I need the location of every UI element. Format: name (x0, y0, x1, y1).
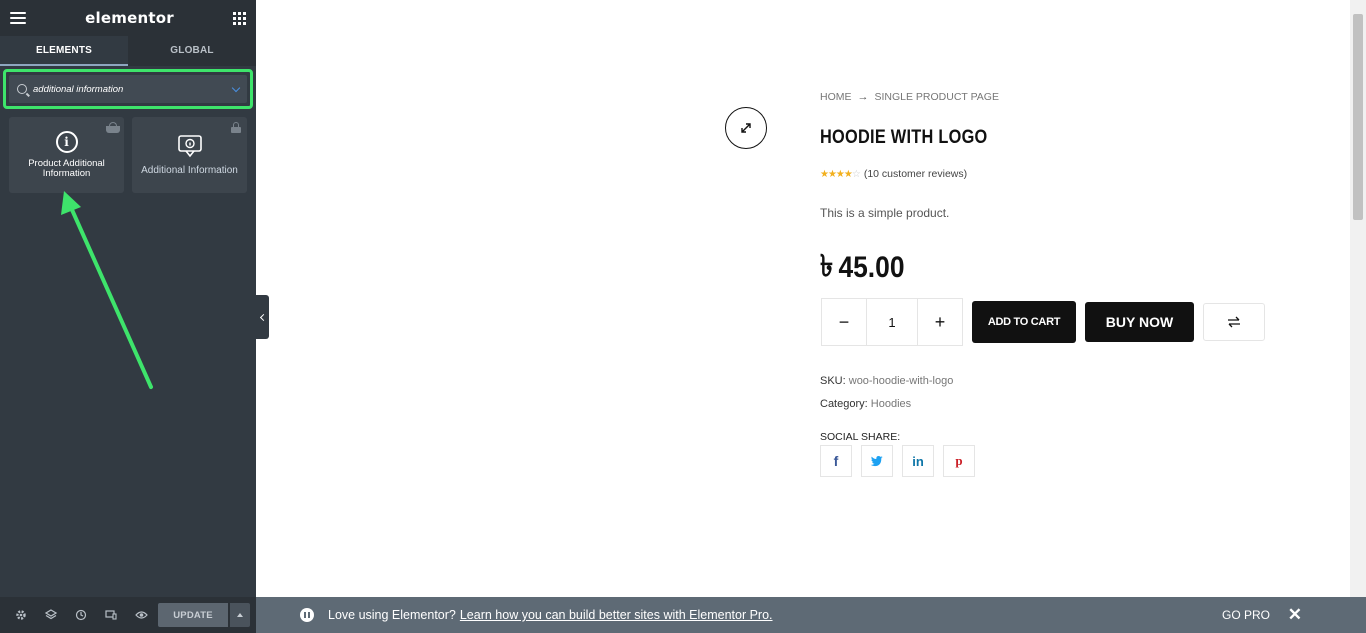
price-value: 45.00 (838, 250, 905, 284)
history-icon[interactable] (66, 597, 96, 633)
widget-additional-information[interactable]: Additional Information (132, 117, 247, 193)
category-link[interactable]: Hoodies (871, 398, 911, 410)
promo-bar: Love using Elementor? Learn how you can … (256, 597, 1366, 633)
widget-product-additional-information[interactable]: i Product Additional Information (9, 117, 124, 193)
compare-button[interactable] (1203, 303, 1265, 341)
eye-icon[interactable] (126, 597, 156, 633)
quantity-stepper: − 1 + (821, 298, 963, 346)
panel-tabs: ELEMENTS GLOBAL (0, 36, 256, 66)
panel-footer: UPDATE (0, 597, 256, 633)
close-icon[interactable]: ✕ (1288, 605, 1302, 625)
breadcrumb-home[interactable]: HOME (820, 91, 852, 103)
elementor-logo: elementor (85, 9, 174, 27)
breadcrumb: HOME → SINGLE PRODUCT PAGE (820, 91, 999, 103)
breadcrumb-current: SINGLE PRODUCT PAGE (874, 91, 999, 103)
reviews-link[interactable]: (10 customer reviews) (864, 168, 967, 180)
category-row: Category: Hoodies (820, 393, 953, 416)
lock-icon (231, 122, 241, 133)
star-rating-icon: ★★★★☆ (820, 168, 861, 180)
category-label: Category: (820, 398, 868, 410)
widgets-grid-icon[interactable] (233, 11, 246, 25)
sku-row: SKU: woo-hoodie-with-logo (820, 370, 953, 393)
search-icon (17, 84, 27, 94)
social-share: f in p (820, 445, 975, 477)
quantity-plus-button[interactable]: + (918, 299, 962, 345)
chevron-down-icon[interactable] (231, 83, 241, 92)
app-window: elementor ELEMENTS GLOBAL i Product Addi… (0, 0, 1366, 633)
collapse-panel-button[interactable] (256, 295, 269, 339)
promo-link[interactable]: Learn how you can build better sites wit… (460, 608, 773, 622)
short-description: This is a simple product. (820, 206, 950, 220)
responsive-icon[interactable] (96, 597, 126, 633)
product-rating: ★★★★☆ (10 customer reviews) (820, 168, 967, 180)
search-highlight (3, 69, 253, 109)
info-board-icon (177, 135, 202, 158)
elementor-icon (300, 608, 314, 622)
sku-value: woo-hoodie-with-logo (848, 375, 954, 387)
promo-text: Love using Elementor? (328, 608, 456, 622)
page-scrollbar[interactable] (1350, 0, 1366, 597)
update-options-caret[interactable] (230, 603, 250, 627)
social-share-label: SOCIAL SHARE: (820, 431, 901, 443)
facebook-icon[interactable]: f (820, 445, 852, 477)
currency-symbol: ৳ (820, 250, 834, 283)
gear-icon[interactable] (6, 597, 36, 633)
search-box (9, 75, 247, 103)
layers-icon[interactable] (36, 597, 66, 633)
arrow-right-icon: → (857, 91, 869, 103)
go-pro-button[interactable]: GO PRO (1222, 608, 1270, 622)
search-input[interactable] (33, 83, 233, 95)
menu-icon[interactable] (10, 12, 26, 24)
tab-global[interactable]: GLOBAL (128, 36, 256, 66)
zoom-gallery-button[interactable] (725, 107, 767, 149)
scrollbar-thumb[interactable] (1353, 14, 1363, 220)
tab-elements[interactable]: ELEMENTS (0, 36, 128, 66)
pinterest-icon[interactable]: p (943, 445, 975, 477)
twitter-icon[interactable] (861, 445, 893, 477)
linkedin-icon[interactable]: in (902, 445, 934, 477)
quantity-minus-button[interactable]: − (822, 299, 866, 345)
product-meta: SKU: woo-hoodie-with-logo Category: Hood… (820, 370, 953, 416)
update-button[interactable]: UPDATE (158, 603, 228, 627)
info-circle-icon: i (55, 131, 78, 153)
widget-label: Additional Information (141, 165, 238, 176)
panel-header: elementor (0, 0, 256, 36)
widget-label: Product Additional Information (28, 158, 105, 179)
product-title: HOODIE WITH LOGO (820, 127, 988, 148)
annotation-arrow (61, 191, 153, 389)
expand-icon (741, 123, 751, 133)
basket-icon (106, 122, 120, 133)
add-to-cart-button[interactable]: ADD TO CART (972, 301, 1076, 343)
sku-label: SKU: (820, 375, 846, 387)
buy-now-button[interactable]: BUY NOW (1085, 302, 1194, 342)
product-price: ৳ 45.00 (820, 242, 905, 293)
compare-icon (1228, 316, 1240, 328)
elementor-panel: elementor ELEMENTS GLOBAL i Product Addi… (0, 0, 256, 633)
quantity-input[interactable]: 1 (866, 299, 918, 345)
